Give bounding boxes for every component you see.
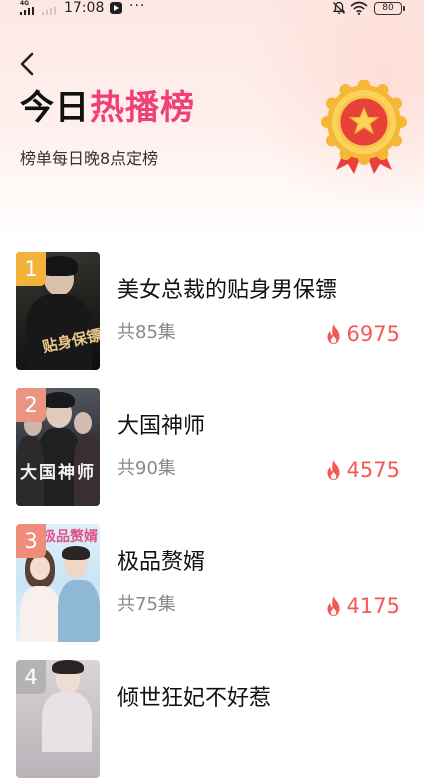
episode-count: 共90集 bbox=[117, 458, 176, 479]
drama-cover-image[interactable]: 极品赘婿 3 bbox=[16, 524, 100, 642]
mute-bell-icon bbox=[332, 1, 346, 14]
network-type: 4G bbox=[20, 0, 30, 7]
episode-count: 共75集 bbox=[117, 594, 176, 615]
wifi-icon bbox=[350, 1, 368, 15]
heat-score: 4575 bbox=[325, 457, 400, 483]
flame-icon bbox=[327, 324, 340, 344]
status-time: 17:08 bbox=[64, 0, 105, 16]
drama-title[interactable]: 美女总裁的贴身男保镖 bbox=[117, 276, 337, 306]
rank-badge: 1 bbox=[16, 252, 46, 286]
drama-title[interactable]: 极品赘婿 bbox=[117, 548, 205, 578]
heat-score: 4175 bbox=[325, 593, 400, 619]
cover-title-text: 极品赘婿 bbox=[42, 529, 98, 545]
ranking-item[interactable]: 4 倾世狂妃不好惹 bbox=[0, 658, 424, 780]
heat-score: 6975 bbox=[325, 321, 400, 347]
rank-badge: 2 bbox=[16, 388, 46, 422]
drama-title[interactable]: 大国神师 bbox=[117, 412, 205, 442]
ranking-item[interactable]: 贴身保镖 1 美女总裁的贴身男保镖 共85集 6975 bbox=[0, 250, 424, 372]
rank-badge: 4 bbox=[16, 660, 46, 694]
drama-cover-image[interactable]: 贴身保镖 1 bbox=[16, 252, 100, 370]
cover-title-text: 大国神师 bbox=[20, 463, 96, 483]
heat-value: 4575 bbox=[346, 458, 400, 482]
ranking-item[interactable]: 大国神师 2 大国神师 共90集 4575 bbox=[0, 386, 424, 508]
episode-count: 共85集 bbox=[117, 322, 176, 343]
gold-medal-icon bbox=[321, 80, 407, 174]
back-button[interactable] bbox=[14, 50, 42, 78]
flame-icon bbox=[327, 596, 340, 616]
drama-cover-image[interactable]: 4 bbox=[16, 660, 100, 778]
ranking-item[interactable]: 极品赘婿 3 极品赘婿 共75集 4175 bbox=[0, 522, 424, 644]
drama-title[interactable]: 倾世狂妃不好惹 bbox=[117, 684, 271, 714]
rank-badge: 3 bbox=[16, 524, 46, 558]
page-title-accent: 热播榜 bbox=[90, 88, 195, 128]
secondary-signal-icon bbox=[42, 7, 58, 15]
drama-cover-image[interactable]: 大国神师 2 bbox=[16, 388, 100, 506]
more-notifications-icon: ··· bbox=[129, 0, 146, 14]
page-title-plain: 今日 bbox=[20, 88, 90, 128]
status-bar: 4G 17:08 ··· 80 bbox=[0, 0, 424, 18]
heat-value: 4175 bbox=[346, 594, 400, 618]
ranking-update-note: 榜单每日晚8点定榜 bbox=[20, 149, 159, 168]
page-title: 今日热播榜 bbox=[20, 86, 195, 130]
battery-icon: 80 bbox=[374, 2, 405, 15]
heat-value: 6975 bbox=[346, 322, 400, 346]
media-playing-icon bbox=[110, 2, 122, 14]
signal-strength-icon bbox=[20, 7, 36, 15]
flame-icon bbox=[327, 460, 340, 480]
